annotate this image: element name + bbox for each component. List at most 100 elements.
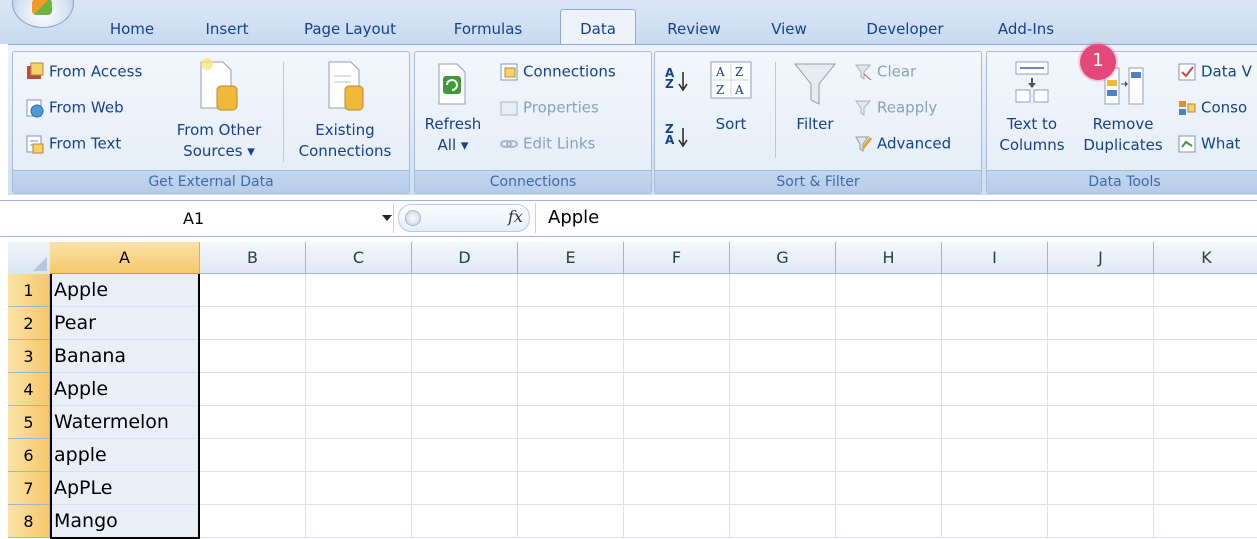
cell-c5[interactable] [306,406,412,439]
cell-j8[interactable] [1048,505,1154,538]
cell-e3[interactable] [518,340,624,373]
sort-z-to-a-button[interactable]: Z A [665,123,691,148]
column-header-g[interactable]: G [730,242,836,274]
cell-h7[interactable] [836,472,942,505]
cell-c4[interactable] [306,373,412,406]
cell-f3[interactable] [624,340,730,373]
refresh-all-button[interactable]: Refresh All ▾ [419,60,487,156]
cell-i4[interactable] [942,373,1048,406]
column-header-j[interactable]: J [1048,242,1154,274]
cell-b3[interactable] [200,340,306,373]
cell-k8[interactable] [1154,505,1257,538]
cell-k2[interactable] [1154,307,1257,340]
what-if-analysis-button[interactable]: What [1177,134,1240,154]
cell-b6[interactable] [200,439,306,472]
cell-a2[interactable]: Pear [50,307,200,340]
row-header-2[interactable]: 2 [8,307,50,340]
row-header-6[interactable]: 6 [8,439,50,472]
tab-page-layout[interactable]: Page Layout [294,10,406,44]
column-header-h[interactable]: H [836,242,942,274]
cell-i8[interactable] [942,505,1048,538]
row-header-1[interactable]: 1 [8,274,50,307]
cell-k1[interactable] [1154,274,1257,307]
cell-j2[interactable] [1048,307,1154,340]
column-header-b[interactable]: B [200,242,306,274]
tab-add-ins[interactable]: Add-Ins [988,10,1064,44]
existing-connections-button[interactable]: Existing Connections [289,56,401,162]
row-header-3[interactable]: 3 [8,340,50,373]
cell-a8[interactable]: Mango [50,505,200,538]
cell-g7[interactable] [730,472,836,505]
sort-a-to-z-button[interactable]: A Z [665,67,691,92]
column-header-i[interactable]: I [942,242,1048,274]
cell-h2[interactable] [836,307,942,340]
cell-b4[interactable] [200,373,306,406]
office-button[interactable] [12,0,74,28]
cell-a4[interactable]: Apple [50,373,200,406]
select-all-button[interactable] [8,242,51,275]
properties-button[interactable]: Properties [499,98,599,118]
tab-insert[interactable]: Insert [196,10,258,44]
tab-developer[interactable]: Developer [856,10,954,44]
name-box-dropdown-icon[interactable] [382,215,392,221]
from-text-button[interactable]: From Text [25,134,121,154]
cell-f8[interactable] [624,505,730,538]
tab-view[interactable]: View [760,10,818,44]
row-header-4[interactable]: 4 [8,373,50,406]
cell-i5[interactable] [942,406,1048,439]
cell-i2[interactable] [942,307,1048,340]
cell-h1[interactable] [836,274,942,307]
cell-a6[interactable]: apple [50,439,200,472]
filter-button[interactable]: Filter [785,60,845,135]
formula-input[interactable]: Apple [535,203,1257,233]
consolidate-button[interactable]: Conso [1177,98,1247,118]
from-web-button[interactable]: From Web [25,98,124,118]
cell-k6[interactable] [1154,439,1257,472]
column-header-k[interactable]: K [1154,242,1257,274]
cell-g2[interactable] [730,307,836,340]
tab-home[interactable]: Home [100,10,164,44]
column-header-c[interactable]: C [306,242,412,274]
cell-g5[interactable] [730,406,836,439]
cell-d6[interactable] [412,439,518,472]
from-other-sources-button[interactable]: From Other Sources ▾ [165,56,273,162]
cell-h3[interactable] [836,340,942,373]
cell-a1[interactable]: Apple [50,274,200,307]
cell-a5[interactable]: Watermelon [50,406,200,439]
reapply-button[interactable]: Reapply [853,98,937,118]
cell-e5[interactable] [518,406,624,439]
cell-g8[interactable] [730,505,836,538]
cell-e2[interactable] [518,307,624,340]
cell-d5[interactable] [412,406,518,439]
data-validation-button[interactable]: Data V [1177,62,1252,82]
cell-k5[interactable] [1154,406,1257,439]
cell-j5[interactable] [1048,406,1154,439]
column-header-d[interactable]: D [412,242,518,274]
cell-i7[interactable] [942,472,1048,505]
cell-d3[interactable] [412,340,518,373]
cell-c7[interactable] [306,472,412,505]
row-header-8[interactable]: 8 [8,505,50,538]
cell-d2[interactable] [412,307,518,340]
cell-f4[interactable] [624,373,730,406]
cell-b2[interactable] [200,307,306,340]
cell-j4[interactable] [1048,373,1154,406]
name-box[interactable]: A1 [8,203,394,233]
cell-d4[interactable] [412,373,518,406]
cell-i1[interactable] [942,274,1048,307]
sort-button[interactable]: AZZA Sort [701,60,761,135]
cell-j7[interactable] [1048,472,1154,505]
row-header-5[interactable]: 5 [8,406,50,439]
cell-b1[interactable] [200,274,306,307]
cell-f2[interactable] [624,307,730,340]
cell-c1[interactable] [306,274,412,307]
cell-d1[interactable] [412,274,518,307]
cell-g6[interactable] [730,439,836,472]
cell-b5[interactable] [200,406,306,439]
cell-b7[interactable] [200,472,306,505]
cell-f1[interactable] [624,274,730,307]
from-access-button[interactable]: From Access [25,62,142,82]
cell-j1[interactable] [1048,274,1154,307]
cell-f5[interactable] [624,406,730,439]
tab-data[interactable]: Data [560,9,636,45]
